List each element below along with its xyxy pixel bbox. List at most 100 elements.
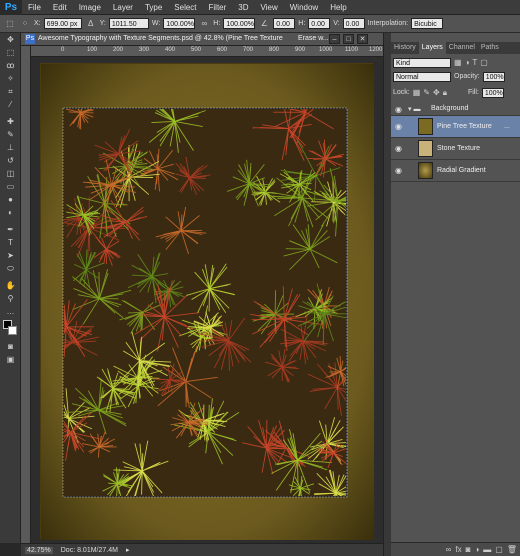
fill-label: Fill:	[467, 89, 479, 96]
tab-history[interactable]: History	[391, 42, 419, 54]
vskew-label: V:	[333, 20, 340, 27]
visibility-eye-icon[interactable]: ◉	[395, 166, 402, 175]
blur-tool-icon[interactable]: ●	[0, 193, 21, 206]
lock-position-icon[interactable]: ✥	[433, 88, 440, 97]
maximize-icon[interactable]: □	[343, 34, 354, 44]
hskew-input[interactable]: 0.00	[308, 18, 331, 29]
transform-tool-icon[interactable]: ⬚	[4, 18, 16, 29]
more-tools-icon[interactable]: …	[0, 305, 21, 318]
quick-mask-icon[interactable]: ◙	[0, 340, 21, 353]
canvas-area[interactable]	[31, 57, 383, 543]
reference-point-icon[interactable]: ⁘	[19, 18, 31, 29]
document-tab[interactable]: Ps Awesome Typography with Texture Segme…	[21, 33, 383, 46]
panel-collapse-strip[interactable]	[383, 33, 391, 556]
layer-group-background[interactable]: ◉ ▾ ▬ Background	[391, 102, 520, 116]
pixel-filter-icon[interactable]: ▦	[454, 58, 462, 67]
blend-mode-select[interactable]: Normal	[393, 71, 451, 82]
menu-image[interactable]: Image	[73, 0, 107, 15]
menu-file[interactable]: File	[22, 0, 47, 15]
shape-tool-icon[interactable]: ⬭	[0, 262, 21, 275]
ruler-tick: 400	[165, 47, 176, 53]
delta-icon: Δ	[87, 19, 94, 28]
menu-help[interactable]: Help	[324, 0, 352, 15]
magic-wand-tool-icon[interactable]: ✧	[0, 72, 21, 85]
layer-thumbnail	[418, 162, 433, 179]
menu-edit[interactable]: Edit	[47, 0, 73, 15]
menu-3d[interactable]: 3D	[232, 0, 254, 15]
add-mask-icon[interactable]: ◙	[466, 545, 471, 554]
adjustment-filter-icon[interactable]: ◑	[465, 58, 470, 67]
layer-style-icon[interactable]: fx	[455, 545, 461, 554]
link-layers-icon[interactable]: ∞	[446, 545, 452, 554]
lasso-tool-icon[interactable]: ꝏ	[0, 59, 21, 72]
layer-stone-texture[interactable]: ◉ Stone Texture	[391, 138, 520, 160]
angle-input[interactable]: 0.00	[273, 18, 296, 29]
close-icon[interactable]: ✕	[357, 34, 368, 44]
vskew-input[interactable]: 0.00	[342, 18, 365, 29]
layer-radial-gradient[interactable]: ◉ Radial Gradient	[391, 160, 520, 182]
menu-layer[interactable]: Layer	[107, 0, 139, 15]
menu-window[interactable]: Window	[284, 0, 324, 15]
type-filter-icon[interactable]: T	[472, 58, 477, 67]
blend-row: Normal Opacity: 100%	[393, 71, 518, 82]
menu-filter[interactable]: Filter	[203, 0, 233, 15]
visibility-eye-icon[interactable]: ◉	[395, 105, 402, 114]
w-input[interactable]: 100.00%	[163, 18, 196, 29]
kind-filter-select[interactable]: Kind	[393, 57, 451, 68]
fill-input[interactable]: 100%	[481, 87, 504, 98]
lock-transparent-icon[interactable]: ▦	[413, 88, 421, 97]
app-logo: Ps	[0, 0, 22, 15]
ruler-tick: 300	[139, 47, 150, 53]
hand-tool-icon[interactable]: ✋	[0, 279, 21, 292]
hskew-label: H:	[298, 20, 306, 27]
interpolation-select[interactable]: Bicubic	[411, 18, 444, 29]
menu-type[interactable]: Type	[139, 0, 168, 15]
tab-layers[interactable]: Layers	[418, 42, 446, 54]
eraser-tool-icon[interactable]: ◫	[0, 167, 21, 180]
brush-tool-icon[interactable]: ✎	[0, 128, 21, 141]
menu-select[interactable]: Select	[168, 0, 202, 15]
eyedropper-tool-icon[interactable]: ⁄	[0, 98, 21, 111]
group-expand-icon[interactable]: ▾ ▬	[408, 105, 420, 113]
link-icon[interactable]: ∞	[198, 18, 210, 29]
delete-layer-icon[interactable]: 🗑︎	[507, 545, 517, 554]
tab-paths[interactable]: Paths	[478, 42, 502, 54]
lock-all-icon[interactable]: 🔒︎	[443, 88, 447, 98]
menu-bar: Ps File Edit Image Layer Type Select Fil…	[0, 0, 520, 15]
lock-pixels-icon[interactable]: ✎	[423, 88, 430, 97]
opacity-input[interactable]: 100%	[482, 71, 505, 82]
gradient-tool-icon[interactable]: ▭	[0, 180, 21, 193]
clone-stamp-tool-icon[interactable]: ⊥	[0, 141, 21, 154]
zoom-level[interactable]: 42.75%	[25, 546, 53, 554]
h-input[interactable]: 100.00%	[223, 18, 256, 29]
marquee-tool-icon[interactable]: ⬚	[0, 46, 21, 59]
layer-pine-tree-texture[interactable]: ◉ Pine Tree Texture ...	[391, 116, 520, 138]
menu-view[interactable]: View	[255, 0, 284, 15]
healing-brush-tool-icon[interactable]: ✚	[0, 115, 21, 128]
ruler-tick: 1200	[369, 47, 383, 53]
move-tool-icon[interactable]: ✥	[0, 33, 21, 46]
new-group-icon[interactable]: ▬	[483, 545, 491, 554]
background-color-swatch[interactable]	[8, 326, 17, 335]
dodge-tool-icon[interactable]: ◐	[0, 206, 21, 219]
visibility-eye-icon[interactable]: ◉	[395, 122, 402, 131]
new-layer-icon[interactable]: ▢	[495, 545, 503, 554]
x-input[interactable]: 699.00 px	[43, 18, 82, 29]
screen-mode-icon[interactable]: ▣	[0, 353, 21, 366]
visibility-eye-icon[interactable]: ◉	[395, 144, 402, 153]
minimize-icon[interactable]: –	[329, 34, 340, 44]
zoom-tool-icon[interactable]: ⚲	[0, 292, 21, 305]
y-input[interactable]: 1011.50 px	[108, 18, 149, 39]
shape-filter-icon[interactable]: ▢	[480, 58, 488, 67]
adjustment-layer-icon[interactable]: ◑	[474, 545, 479, 554]
layer-name: Pine Tree Texture	[437, 123, 492, 130]
pen-tool-icon[interactable]: ✒	[0, 223, 21, 236]
pine-needles-illustration	[64, 109, 346, 496]
ruler-tick: 800	[269, 47, 280, 53]
history-brush-tool-icon[interactable]: ↺	[0, 154, 21, 167]
tab-channels[interactable]: Channel	[446, 42, 478, 54]
status-arrow-icon[interactable]: ▸	[126, 546, 130, 554]
path-selection-tool-icon[interactable]: ➤	[0, 249, 21, 262]
crop-tool-icon[interactable]: ⌗	[0, 85, 21, 98]
type-tool-icon[interactable]: T	[0, 236, 21, 249]
